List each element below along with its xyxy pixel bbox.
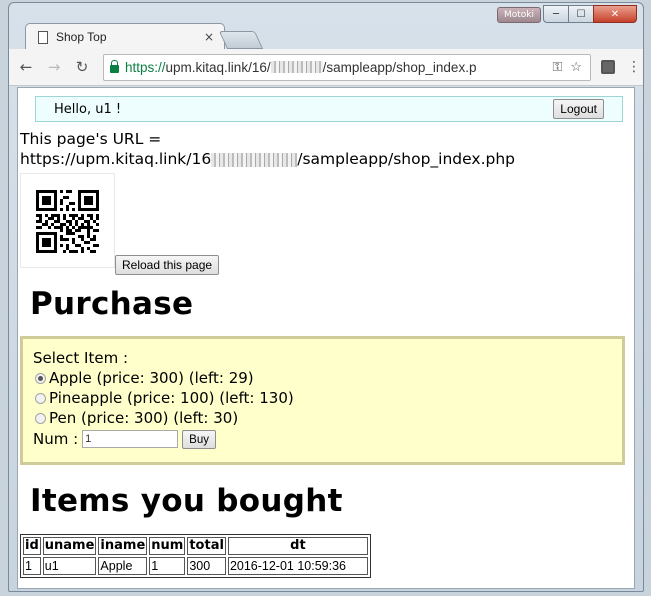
maximize-button[interactable]: ☐ (568, 5, 594, 23)
radio-apple[interactable] (35, 372, 46, 384)
radio-pineapple[interactable] (35, 392, 46, 404)
col-num: num (149, 537, 186, 555)
purchases-table: id uname iname num total dt 1 u1 Apple 1… (20, 534, 371, 578)
col-id: id (23, 537, 41, 555)
page-url-suffix: /sampleapp/shop_index.php (297, 150, 516, 168)
key-icon[interactable]: ⚿ (552, 59, 562, 75)
logout-button[interactable]: Logout (553, 99, 604, 119)
extension-icon[interactable] (601, 60, 615, 74)
document-icon (38, 30, 48, 44)
table-header-row: id uname iname num total dt (23, 537, 368, 555)
minimize-button[interactable]: ─ (543, 5, 569, 23)
cell-iname: Apple (98, 557, 148, 575)
redacted-path (270, 61, 323, 73)
new-tab-button[interactable] (218, 31, 264, 49)
col-iname: iname (98, 537, 148, 555)
browser-toolbar: ← → ↻ https:// upm.kitaq.link/16/ /sampl… (9, 49, 643, 86)
cell-num: 1 (149, 557, 186, 575)
purchase-form: Select Item : Apple (price: 300) (left: … (20, 336, 625, 465)
close-window-button[interactable]: ✕ (593, 5, 637, 23)
forward-icon[interactable]: → (43, 58, 65, 76)
profile-badge[interactable]: Motoki (497, 7, 541, 23)
col-uname: uname (42, 537, 97, 555)
greeting-bar: Hello, u1 ! Logout (35, 96, 623, 122)
option-label: Pen (price: 300) (left: 30) (49, 409, 239, 427)
item-option-apple[interactable]: Apple (price: 300) (left: 29) (33, 368, 622, 388)
tab-close-icon[interactable]: × (204, 30, 214, 44)
greeting-text: Hello, u1 ! (54, 101, 122, 117)
back-icon[interactable]: ← (15, 58, 37, 76)
option-label: Pineapple (price: 100) (left: 130) (49, 389, 294, 407)
reload-page-button[interactable]: Reload this page (115, 255, 220, 275)
page-url: https://upm.kitaq.link/16/sampleapp/shop… (20, 149, 515, 169)
url-scheme: https:// (125, 59, 166, 75)
page-url-prefix: https://upm.kitaq.link/16 (20, 150, 212, 168)
cell-dt: 2016-12-01 10:59:36 (227, 557, 368, 575)
radio-pen[interactable] (35, 412, 46, 424)
item-option-pineapple[interactable]: Pineapple (price: 100) (left: 130) (33, 388, 622, 408)
url-path: /sampleapp/shop_index.p (322, 59, 477, 75)
qr-code (20, 173, 115, 268)
tab-shop-top[interactable]: Shop Top × (25, 23, 225, 50)
quantity-input[interactable] (82, 430, 179, 448)
option-label: Apple (price: 300) (left: 29) (49, 369, 254, 387)
select-item-label: Select Item : (33, 349, 129, 367)
browser-window: Motoki ─ ☐ ✕ Shop Top × ← → ↻ https:// u… (8, 2, 644, 592)
cell-uname: u1 (42, 557, 97, 575)
items-heading: Items you bought (30, 483, 343, 519)
window-controls: ─ ☐ ✕ (543, 5, 637, 23)
tab-title: Shop Top (56, 30, 107, 44)
item-option-pen[interactable]: Pen (price: 300) (left: 30) (33, 408, 622, 428)
qr-code-icon (36, 190, 99, 253)
col-dt: dt (227, 537, 368, 555)
buy-button[interactable]: Buy (182, 429, 216, 449)
col-total: total (187, 537, 226, 555)
num-label: Num : (33, 430, 79, 448)
lock-icon (110, 60, 119, 73)
star-icon[interactable]: ☆ (570, 59, 582, 75)
url-label: This page's URL = (20, 130, 162, 148)
table-row: 1 u1 Apple 1 300 2016-12-01 10:59:36 (23, 557, 368, 575)
omnibox-icons: ⚿ ☆ (552, 59, 590, 75)
page-viewport: Hello, u1 ! Logout This page's URL = htt… (17, 87, 635, 589)
purchase-heading: Purchase (30, 286, 194, 322)
quantity-row: Num : Buy (33, 428, 622, 450)
address-bar[interactable]: https:// upm.kitaq.link/16/ /sampleapp/s… (103, 53, 591, 81)
cell-id: 1 (23, 557, 41, 575)
redacted-path (211, 152, 298, 167)
reload-icon[interactable]: ↻ (71, 58, 93, 76)
menu-icon[interactable]: ⋮ (627, 59, 641, 75)
cell-total: 300 (187, 557, 226, 575)
url-host: upm.kitaq.link/16/ (165, 59, 271, 75)
title-bar: Motoki ─ ☐ ✕ Shop Top × (9, 3, 643, 50)
